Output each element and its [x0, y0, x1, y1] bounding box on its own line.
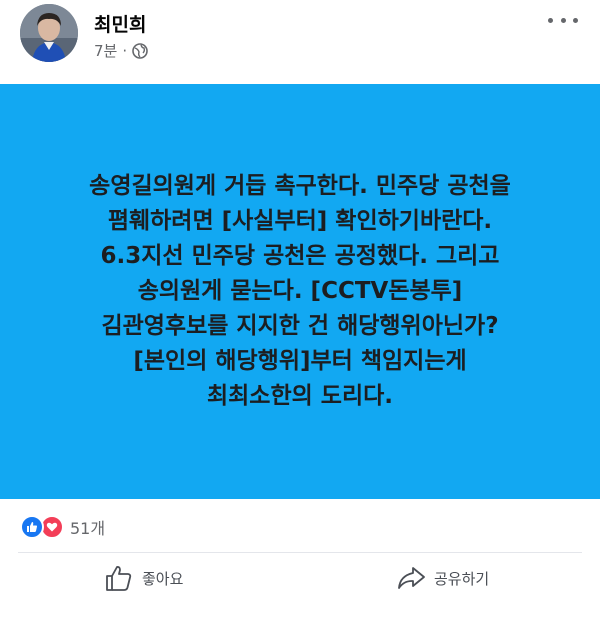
post-time[interactable]: 7분: [94, 40, 117, 61]
like-button-label: 좋아요: [142, 569, 184, 588]
avatar[interactable]: [20, 4, 78, 62]
reaction-summary[interactable]: 51개: [20, 514, 105, 540]
globe-icon: [132, 42, 148, 59]
meta-separator: ·: [122, 41, 128, 60]
post-text-card: 송영길의원게 거듭 촉구한다. 민주당 공천을 폄훼하려면 [사실부터] 확인하…: [0, 84, 600, 499]
share-button-label: 공유하기: [434, 569, 490, 588]
action-bar: 좋아요 공유하기: [0, 556, 600, 600]
share-button[interactable]: 공유하기: [396, 564, 489, 592]
more-horizontal-icon[interactable]: [548, 14, 578, 26]
action-divider: [18, 552, 582, 553]
reaction-count[interactable]: 51개: [70, 515, 105, 539]
post-body: 송영길의원게 거듭 촉구한다. 민주당 공천을 폄훼하려면 [사실부터] 확인하…: [89, 173, 511, 409]
share-arrow-icon: [398, 567, 425, 589]
profile-photo: [20, 4, 78, 62]
post-meta: 7분 ·: [94, 40, 148, 61]
author-name[interactable]: 최민희: [94, 10, 146, 37]
thumbs-up-icon: [106, 566, 132, 591]
post-header: 최민희 7분 ·: [0, 0, 600, 84]
like-button[interactable]: 좋아요: [104, 564, 183, 592]
like-reaction-icon: [20, 515, 44, 539]
